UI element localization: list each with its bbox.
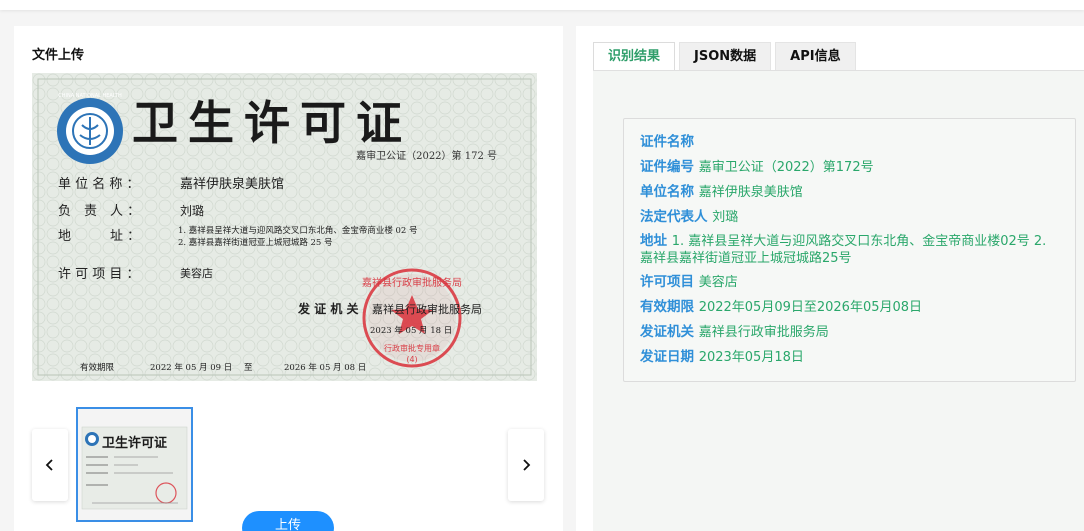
chevron-left-icon: [45, 459, 53, 471]
field-value: 2023年05月18日: [698, 350, 804, 365]
thumbnail-item[interactable]: 卫生许可证: [76, 407, 193, 522]
issue-date: 2023 年 05 月 18 日: [370, 325, 452, 336]
certificate-preview: CHINA NATIONAL HEALTH 卫生许可证 嘉审卫公证（2022）第…: [32, 73, 537, 381]
health-emblem-icon: [57, 98, 123, 164]
certificate-heading: 卫生许可证: [132, 96, 412, 150]
field-label: 发证日期: [640, 349, 694, 365]
address-line-2: 2. 嘉祥县嘉祥街道冠亚上城冠城路 25 号: [178, 237, 333, 248]
person-value: 刘璐: [180, 204, 204, 218]
field-label: 发证机关: [640, 324, 694, 340]
field-value: 嘉祥伊肤泉美肤馆: [698, 185, 803, 200]
tab-bar: 识别结果 JSON数据 API信息: [593, 42, 860, 70]
emblem-text: CHINA NATIONAL HEALTH: [58, 93, 122, 99]
person-label: 负 责 人 ：: [58, 204, 140, 219]
result-row-license-item: 许可项目 美容店: [640, 273, 1059, 292]
tab-json-data[interactable]: JSON数据: [679, 42, 772, 70]
seal-number: (4): [406, 355, 417, 364]
issuer-value: 嘉祥县行政审批服务局: [372, 302, 482, 316]
field-label: 地址: [640, 233, 667, 249]
field-value: 嘉祥县行政审批服务局: [698, 325, 829, 340]
field-value: 美容店: [698, 275, 738, 290]
field-label: 法定代表人: [640, 209, 708, 225]
valid-to: 2026 年 05 月 08 日: [284, 362, 366, 373]
issuer-label: 发 证 机 关: [297, 301, 359, 316]
item-value: 美容店: [180, 266, 213, 280]
result-row-address: 地址 1. 嘉祥县呈祥大道与迎风路交叉口东北角、金宝帝商业楼02号 2. 嘉祥县…: [640, 233, 1059, 267]
result-row-unit-name: 单位名称 嘉祥伊肤泉美肤馆: [640, 183, 1059, 202]
address-label: 地 址 ：: [58, 229, 140, 244]
address-line-1: 1. 嘉祥县呈祥大道与迎风路交叉口东北角、金宝帝商业楼 02 号: [178, 225, 418, 236]
result-row-issuer: 发证机关 嘉祥县行政审批服务局: [640, 323, 1059, 342]
result-row-cert-number: 证件编号 嘉审卫公证（2022）第172号: [640, 158, 1059, 177]
valid-to-word: 至: [244, 363, 253, 373]
upload-button[interactable]: 上传: [242, 511, 334, 531]
valid-from: 2022 年 05 月 09 日: [150, 362, 232, 373]
tab-content: 证件名称 证件编号 嘉审卫公证（2022）第172号 单位名称 嘉祥伊肤泉美肤馆…: [593, 70, 1084, 531]
thumbnail-strip: 卫生许可证: [32, 406, 544, 526]
result-box: 证件名称 证件编号 嘉审卫公证（2022）第172号 单位名称 嘉祥伊肤泉美肤馆…: [623, 118, 1076, 382]
next-button[interactable]: [508, 429, 544, 501]
field-label: 许可项目: [640, 274, 694, 290]
result-panel: 识别结果 JSON数据 API信息 证件名称 证件编号 嘉审卫公证（2022）第…: [576, 26, 1084, 531]
result-row-validity: 有效期限 2022年05月09日至2026年05月08日: [640, 298, 1059, 317]
tab-recognition-result[interactable]: 识别结果: [593, 42, 676, 70]
tab-api-info[interactable]: API信息: [775, 42, 856, 70]
certificate-number: 嘉审卫公证（2022）第 172 号: [356, 149, 497, 162]
field-value: 嘉审卫公证（2022）第172号: [698, 160, 874, 175]
unit-value: 嘉祥伊肤泉美肤馆: [180, 176, 284, 192]
valid-label: 有效期限: [80, 362, 115, 373]
thumbnail-image: [78, 409, 191, 520]
seal-sub: 行政审批专用章: [384, 343, 440, 353]
result-row-legal-rep: 法定代表人 刘璐: [640, 208, 1059, 227]
field-value: 1. 嘉祥县呈祥大道与迎风路交叉口东北角、金宝帝商业楼02号 2. 嘉祥县嘉祥街…: [640, 234, 1047, 266]
field-label: 有效期限: [640, 299, 694, 315]
chevron-right-icon: [523, 459, 531, 471]
field-label: 证件编号: [640, 159, 694, 175]
certificate-image: CHINA NATIONAL HEALTH 卫生许可证 嘉审卫公证（2022）第…: [32, 73, 537, 381]
field-value: 刘璐: [712, 210, 739, 225]
result-row-issue-date: 发证日期 2023年05月18日: [640, 348, 1059, 367]
thumbnail-heading: 卫生许可证: [102, 436, 168, 451]
field-value: 2022年05月09日至2026年05月08日: [698, 300, 923, 315]
upload-title: 文件上传: [32, 48, 85, 63]
field-label: 证件名称: [640, 134, 694, 150]
field-label: 单位名称: [640, 184, 694, 200]
unit-label: 单 位 名 称 ：: [58, 176, 140, 192]
upload-panel: 文件上传 CHINA NATIONAL HEALTH 卫生许可证 嘉审卫公证（2…: [14, 26, 563, 531]
top-bar: [0, 0, 1084, 10]
prev-button[interactable]: [32, 429, 68, 501]
seal-text: 嘉祥县行政审批服务局: [362, 276, 462, 289]
item-label: 许 可 项 目 ：: [58, 267, 140, 282]
result-row-cert-name: 证件名称: [640, 133, 1059, 152]
